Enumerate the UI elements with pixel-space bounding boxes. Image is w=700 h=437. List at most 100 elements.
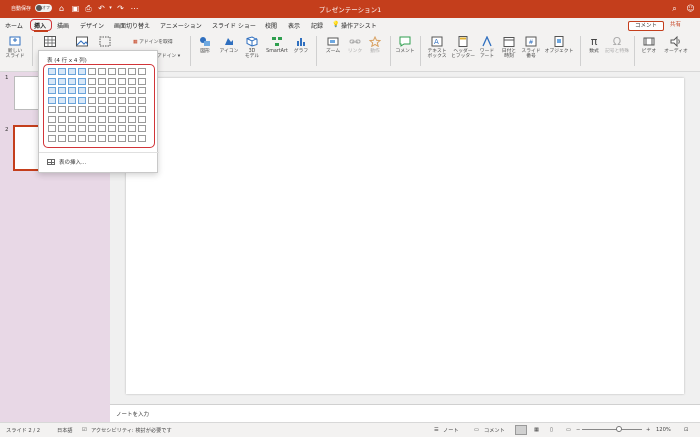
table-grid-cell[interactable] [68,87,76,94]
table-grid-cell[interactable] [48,106,56,113]
zoom-level[interactable]: 120% [656,427,671,433]
zoom-slider-knob[interactable] [616,426,622,432]
normal-view-icon[interactable] [515,425,527,435]
table-grid-cell[interactable] [58,77,66,85]
header-footer-button[interactable]: ヘッダー とフッター [450,36,476,59]
tab-review[interactable]: 校閲 [265,21,277,30]
table-grid-cell[interactable] [118,96,126,104]
slide-sorter-icon[interactable]: ▦ [534,427,539,433]
screenshot-button[interactable] [96,36,114,49]
notes-pane[interactable]: ノートを入力 [110,404,700,422]
table-grid-cell[interactable] [78,87,86,94]
table-grid-cell[interactable] [118,77,126,85]
table-grid-cell[interactable] [118,125,126,132]
tab-slideshow[interactable]: スライド ショー [212,21,256,30]
zoom-out-icon[interactable]: − [576,427,580,433]
table-grid-cell[interactable] [138,115,146,123]
comment-button[interactable]: コメント [628,21,664,31]
table-grid-cell[interactable] [138,87,146,94]
table-grid-cell[interactable] [138,77,146,85]
tab-draw[interactable]: 描画 [57,21,69,30]
table-grid-cell[interactable] [58,96,66,104]
table-grid-cell[interactable] [138,134,146,142]
table-grid-cell[interactable] [98,134,106,142]
tab-transitions[interactable]: 画面切り替え [114,21,150,30]
table-grid-cell[interactable] [128,68,136,75]
table-grid-cell[interactable] [48,125,56,132]
table-grid-cell[interactable] [68,134,76,142]
equation-button[interactable]: π 数式 [584,36,604,54]
action-button[interactable]: 動作 [366,36,384,54]
language[interactable]: 日本語 [57,427,73,434]
table-grid-cell[interactable] [78,77,86,85]
addins-button[interactable]: アドイン ▾ [157,54,187,59]
smartart-button[interactable]: SmartArt [264,36,290,54]
zoom-slider-track[interactable] [582,429,642,430]
table-grid-cell[interactable] [48,77,56,85]
table-grid-cell[interactable] [78,134,86,142]
table-grid-cell[interactable] [58,125,66,132]
wordart-button[interactable]: ワード アート [476,36,498,59]
table-grid-cell[interactable] [88,134,96,142]
chart-button[interactable]: グラフ [292,36,310,54]
object-button[interactable]: オブジェクト [542,36,576,54]
table-grid-cell[interactable] [88,87,96,94]
table-grid-cell[interactable] [108,134,116,142]
table-grid-cell[interactable] [118,87,126,94]
table-grid-cell[interactable] [48,96,56,104]
table-grid-cell[interactable] [118,68,126,75]
reading-view-icon[interactable]: ▯ [550,427,553,433]
table-grid-cell[interactable] [88,115,96,123]
table-grid-cell[interactable] [128,106,136,113]
table-grid-cell[interactable] [98,77,106,85]
tab-record[interactable]: 記録 [311,21,323,30]
table-grid-cell[interactable] [78,68,86,75]
table-grid-cell[interactable] [78,115,86,123]
fit-slide-icon[interactable]: ⊡ [684,427,688,433]
slide-canvas[interactable] [126,78,684,394]
table-grid-cell[interactable] [138,96,146,104]
slide-number-button[interactable]: # スライド 番号 [520,36,542,59]
search-icon[interactable]: ⌕ [670,4,679,13]
comment-insert-button[interactable]: コメント [394,36,416,54]
notes-toggle[interactable]: ノート [443,427,459,434]
table-grid-cell[interactable] [138,68,146,75]
table-grid-cell[interactable] [108,77,116,85]
table-grid-cell[interactable] [58,134,66,142]
table-grid-cell[interactable] [68,77,76,85]
datetime-button[interactable]: 日付と 時刻 [498,36,520,59]
table-grid-cell[interactable] [128,134,136,142]
picture-button[interactable] [73,36,91,49]
table-grid-cell[interactable] [68,96,76,104]
table-grid-cell[interactable] [88,96,96,104]
video-button[interactable]: ビデオ [638,36,660,54]
table-grid-cell[interactable] [58,87,66,94]
get-addins-button[interactable]: ▦ アドインを取得 [133,40,193,45]
table-grid-cell[interactable] [78,125,86,132]
link-button[interactable]: リンク [345,36,365,54]
table-grid-cell[interactable] [138,125,146,132]
table-grid-cell[interactable] [78,106,86,113]
table-grid-cell[interactable] [128,77,136,85]
table-grid-cell[interactable] [68,106,76,113]
table-grid-cell[interactable] [118,106,126,113]
tab-view[interactable]: 表示 [288,21,300,30]
table-grid-cell[interactable] [128,115,136,123]
table-grid-cell[interactable] [88,106,96,113]
table-grid-cell[interactable] [138,106,146,113]
table-grid-cell[interactable] [128,96,136,104]
tab-design[interactable]: デザイン [80,21,104,30]
table-grid-cell[interactable] [88,68,96,75]
tab-home[interactable]: ホーム [5,21,23,30]
table-grid-cell[interactable] [108,106,116,113]
table-grid-cell[interactable] [88,125,96,132]
new-slide-button[interactable]: 新しい スライド [4,36,26,59]
table-grid-cell[interactable] [98,68,106,75]
table-grid-cell[interactable] [48,87,56,94]
table-grid-cell[interactable] [118,134,126,142]
3d-models-button[interactable]: 3D モデル [242,36,262,59]
table-grid-cell[interactable] [78,96,86,104]
tab-animations[interactable]: アニメーション [160,21,202,30]
share-button[interactable]: 共有 [670,21,696,31]
comments-toggle[interactable]: コメント [484,427,505,434]
